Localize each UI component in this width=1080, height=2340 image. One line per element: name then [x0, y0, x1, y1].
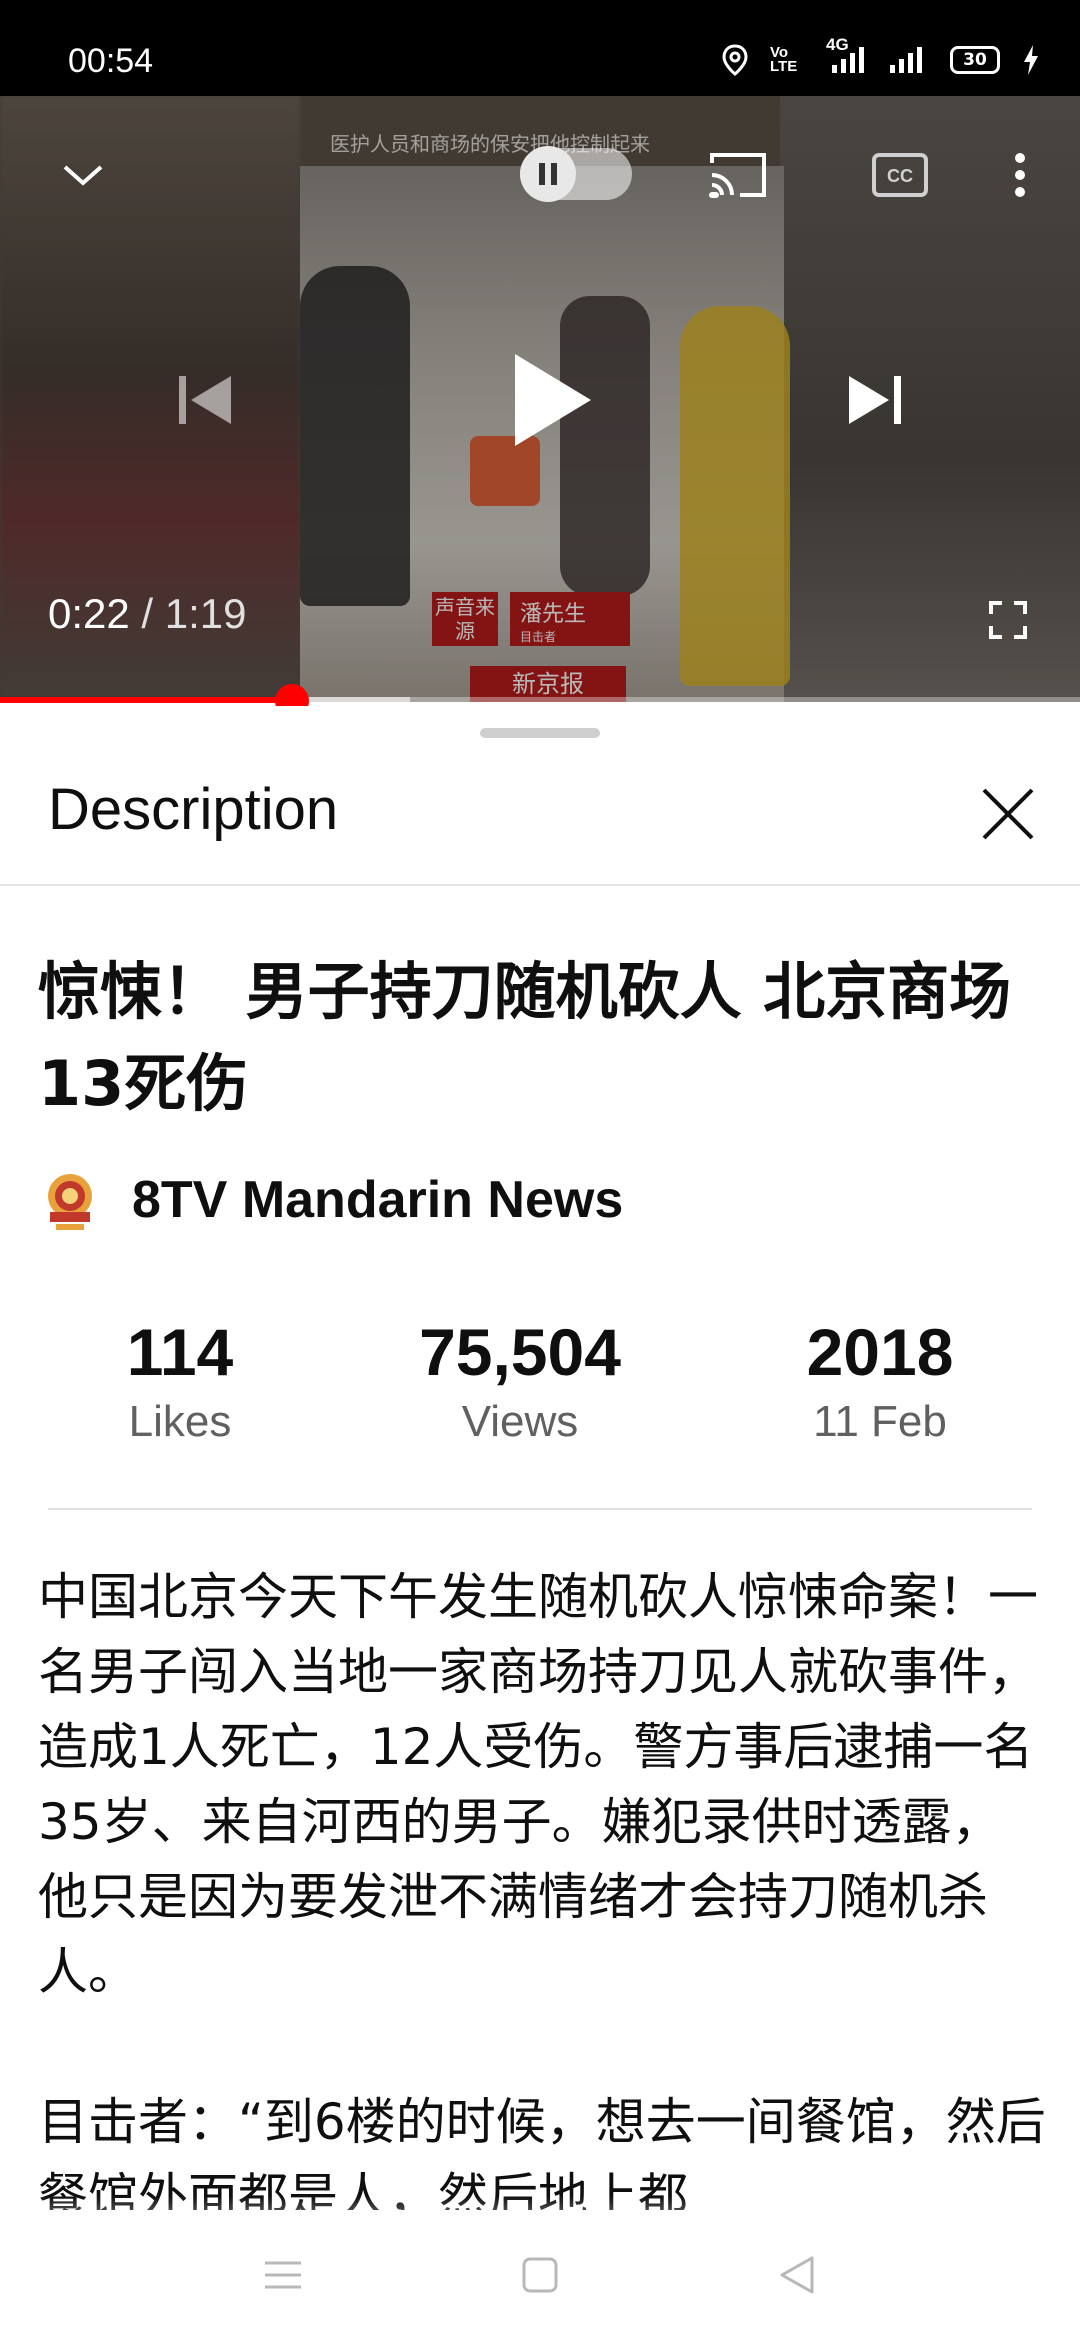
play-icon [515, 354, 591, 446]
cast-button[interactable] [700, 140, 776, 210]
battery-icon: 30 [950, 46, 1000, 74]
system-nav-bar [0, 2210, 1080, 2340]
channel-avatar[interactable] [38, 1168, 102, 1232]
status-bar: 00:54 Vo LTE 4G 30 [0, 0, 1080, 96]
skip-next-icon [849, 376, 901, 424]
recents-button[interactable] [248, 2240, 318, 2310]
views-count: 75,504 [419, 1315, 621, 1389]
likes-count: 114 [126, 1315, 234, 1389]
description-panel: Description 惊悚！ 男子持刀随机砍人 北京商场13死伤 8TV Ma… [0, 706, 1080, 2340]
fullscreen-button[interactable] [980, 592, 1036, 648]
stats-divider [48, 1508, 1032, 1510]
likes-stat: 114 Likes [30, 1310, 330, 1450]
fullscreen-icon [989, 601, 1027, 639]
collapse-button[interactable] [48, 140, 118, 210]
menu-icon [265, 2261, 301, 2289]
location-icon [722, 44, 748, 76]
duration: 1:19 [164, 590, 247, 637]
cast-icon [709, 153, 766, 198]
skip-previous-icon [179, 376, 231, 424]
signal-4g-icon: 4G [826, 35, 866, 75]
svg-text:CC: CC [887, 166, 913, 186]
home-button[interactable] [505, 2240, 575, 2310]
header-divider [0, 884, 1080, 886]
close-button[interactable] [970, 776, 1046, 852]
more-vert-icon [1015, 153, 1025, 197]
pause-icon [539, 163, 557, 185]
previous-button[interactable] [160, 360, 250, 440]
more-options-button[interactable] [990, 140, 1050, 210]
channel-logo-icon [48, 1174, 92, 1230]
captions-button[interactable]: CC [862, 140, 938, 210]
home-square-icon [522, 2257, 558, 2293]
time-separator: / [129, 590, 165, 637]
status-time: 00:54 [68, 42, 154, 80]
back-triangle-icon [780, 2256, 814, 2294]
signal-icon [888, 45, 928, 75]
time-display: 0:22 / 1:19 [48, 590, 247, 638]
data-type-label: 4G [826, 35, 849, 54]
next-button[interactable] [830, 360, 920, 440]
views-stat: 75,504 Views [370, 1310, 670, 1450]
volte-badge: Vo LTE [770, 44, 798, 75]
progress-bar[interactable] [0, 697, 1080, 703]
cc-icon: CC [872, 153, 928, 197]
autoplay-knob [520, 146, 576, 202]
description-text: 中国北京今天下午发生随机砍人惊悚命案！一名男子闯入当地一家商场持刀见人就砍事件，… [38, 1568, 1046, 2226]
views-label: Views [461, 1397, 579, 1446]
likes-label: Likes [128, 1397, 232, 1446]
channel-name[interactable]: 8TV Mandarin News [132, 1170, 623, 1230]
status-icons: Vo LTE 4G 30 [722, 35, 1040, 76]
publish-date: 11 Feb [813, 1397, 947, 1446]
video-title: 惊悚！ 男子持刀随机砍人 北京商场13死伤 [38, 955, 1012, 1120]
drag-handle[interactable] [480, 728, 600, 738]
channel-row[interactable]: 8TV Mandarin News [38, 1168, 623, 1232]
close-icon [982, 788, 1034, 840]
publish-year: 2018 [806, 1315, 954, 1389]
stats-row: 114 Likes 75,504 Views 2018 11 Feb [0, 1310, 1080, 1460]
chevron-down-icon [63, 165, 103, 186]
progress-played [0, 697, 292, 703]
charging-icon [1022, 44, 1040, 76]
current-time: 0:22 [48, 590, 130, 637]
back-button[interactable] [762, 2240, 832, 2310]
date-stat: 2018 11 Feb [730, 1310, 1030, 1450]
autoplay-toggle[interactable] [520, 146, 632, 202]
panel-title: Description [48, 777, 339, 842]
play-button[interactable] [490, 340, 610, 460]
